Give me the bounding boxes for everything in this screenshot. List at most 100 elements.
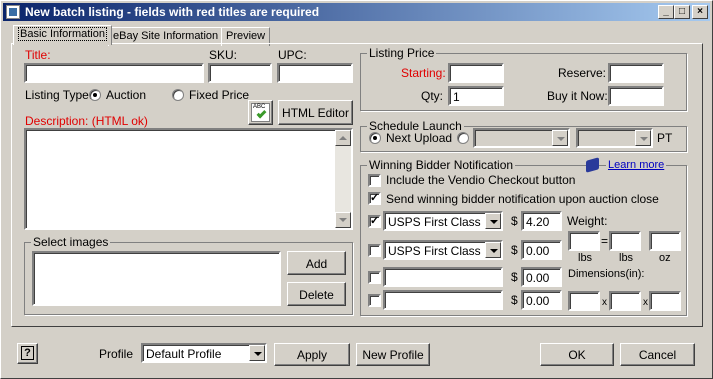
description-scrollbar[interactable] (335, 130, 351, 228)
description-textarea[interactable] (24, 128, 353, 230)
help-button[interactable]: ? (17, 343, 38, 364)
title-input[interactable] (24, 63, 204, 83)
help-icon: ? (21, 346, 34, 360)
qty-input[interactable]: 1 (448, 86, 504, 106)
learn-more-link[interactable]: Learn more (608, 159, 664, 171)
reserve-label: Reserve: (558, 66, 607, 80)
sku-label: SKU: (209, 48, 238, 62)
upc-label: UPC: (278, 48, 307, 62)
weight-lbs-input[interactable] (568, 231, 600, 251)
buy-it-now-label: Buy it Now: (547, 89, 608, 103)
shipping-row-3-service-input[interactable] (383, 267, 503, 287)
listing-price-legend: Listing Price (367, 46, 437, 60)
ok-button[interactable]: OK (540, 343, 614, 366)
auction-label[interactable]: Auction (106, 88, 146, 102)
select-images-legend: Select images (31, 235, 111, 249)
scheduled-date-radio[interactable] (457, 132, 469, 144)
description-text (26, 130, 351, 134)
maximize-button[interactable]: □ (674, 5, 690, 19)
profile-label: Profile (99, 347, 134, 361)
auction-radio[interactable] (89, 89, 101, 101)
profile-select[interactable]: Default Profile (141, 343, 267, 363)
schedule-date-select[interactable] (473, 128, 570, 148)
dimension-height-input[interactable] (649, 291, 681, 311)
include-checkout-checkbox[interactable] (368, 174, 381, 187)
close-button[interactable]: × (692, 5, 708, 19)
html-editor-button[interactable]: HTML Editor (278, 100, 353, 125)
images-list[interactable] (32, 251, 281, 306)
shipping-row-4-currency: $ (511, 293, 518, 307)
cancel-button[interactable]: Cancel (620, 343, 695, 366)
sku-input[interactable] (208, 63, 272, 83)
weight-equals: = (601, 234, 609, 248)
minimize-button[interactable]: _ (658, 5, 674, 19)
shipping-row-2-checkbox[interactable] (368, 244, 381, 257)
spellcheck-button[interactable]: ABC (248, 100, 273, 125)
next-upload-label[interactable]: Next Upload (386, 131, 452, 145)
winning-bidder-legend: Winning Bidder Notification (367, 158, 516, 172)
title-label: Title: (25, 48, 51, 62)
send-notification-label[interactable]: Send winning bidder notification upon au… (386, 192, 659, 206)
tab-basic-information[interactable]: Basic Information (13, 25, 112, 45)
fixed-price-label[interactable]: Fixed Price (189, 88, 249, 102)
shipping-row-3-amount-input[interactable]: 0.00 (521, 267, 562, 287)
chevron-down-icon (249, 345, 265, 361)
send-notification-checkbox[interactable]: ✓ (368, 192, 381, 205)
dimensions-label: Dimensions(in): (568, 268, 645, 280)
qty-label: Qty: (421, 89, 444, 103)
apply-button[interactable]: Apply (274, 343, 350, 366)
tab-basic-information-label: Basic Information (18, 27, 107, 41)
add-image-button[interactable]: Add (287, 251, 346, 275)
shipping-row-3-checkbox[interactable] (368, 271, 381, 284)
fixed-price-radio[interactable] (172, 89, 184, 101)
shipping-row-1-amount-input[interactable]: 4.20 (521, 211, 562, 231)
shipping-row-2-amount-input[interactable]: 0.00 (521, 240, 562, 260)
profile-value: Default Profile (146, 347, 222, 361)
include-checkout-label[interactable]: Include the Vendio Checkout button (386, 173, 575, 187)
dimension-x-1: x (602, 297, 607, 308)
next-upload-radio[interactable] (369, 132, 381, 144)
lbs-label-2: lbs (619, 252, 634, 264)
new-profile-button[interactable]: New Profile (356, 343, 430, 366)
window-title: New batch listing - fields with red titl… (25, 5, 320, 19)
weight-label: Weight: (567, 214, 608, 228)
reserve-price-input[interactable] (608, 63, 664, 83)
shipping-row-1-checkbox[interactable]: ✓ (368, 215, 381, 228)
upc-input[interactable] (277, 63, 353, 83)
shipping-row-2-currency: $ (511, 243, 518, 257)
oz-label: oz (659, 252, 671, 264)
title-bar: New batch listing - fields with red titl… (3, 3, 710, 21)
dimension-length-input[interactable] (568, 291, 600, 311)
shipping-row-4-service-input[interactable] (383, 290, 503, 310)
shipping-row-2-service-select[interactable]: USPS First Class (383, 240, 503, 260)
chevron-down-icon (485, 213, 501, 229)
chevron-down-icon (485, 242, 501, 258)
batch-listing-window: New batch listing - fields with red titl… (0, 0, 713, 379)
starting-label: Starting: (401, 66, 446, 80)
shipping-row-4-amount-input[interactable]: 0.00 (521, 290, 562, 310)
dimension-width-input[interactable] (609, 291, 641, 311)
chevron-down-icon (635, 130, 651, 146)
shipping-row-1-service-select[interactable]: USPS First Class (383, 211, 503, 231)
lbs-label-1: lbs (578, 252, 593, 264)
delete-image-button[interactable]: Delete (287, 282, 346, 306)
shipping-row-1-service: USPS First Class (388, 215, 481, 229)
shipping-row-3-currency: $ (511, 270, 518, 284)
chevron-down-icon (552, 130, 568, 146)
shipping-row-4-checkbox[interactable] (368, 294, 381, 307)
shipping-row-1-currency: $ (511, 214, 518, 228)
schedule-time-select[interactable] (576, 128, 653, 148)
shipping-row-2-service: USPS First Class (388, 244, 481, 258)
buy-it-now-input[interactable] (608, 86, 664, 106)
weight-oz-input[interactable] (649, 231, 681, 251)
app-icon (6, 5, 20, 19)
timezone-label: PT (657, 131, 673, 145)
starting-price-input[interactable] (448, 63, 504, 83)
scroll-up-arrow-icon[interactable] (335, 130, 351, 146)
listing-type-label: Listing Type: (25, 88, 93, 102)
scroll-down-arrow-icon[interactable] (335, 212, 351, 228)
weight-lbs-2-input[interactable] (609, 231, 641, 251)
description-label: Description: (HTML ok) (25, 114, 148, 128)
dimension-x-2: x (643, 297, 648, 308)
spellcheck-icon: ABC (251, 103, 270, 122)
